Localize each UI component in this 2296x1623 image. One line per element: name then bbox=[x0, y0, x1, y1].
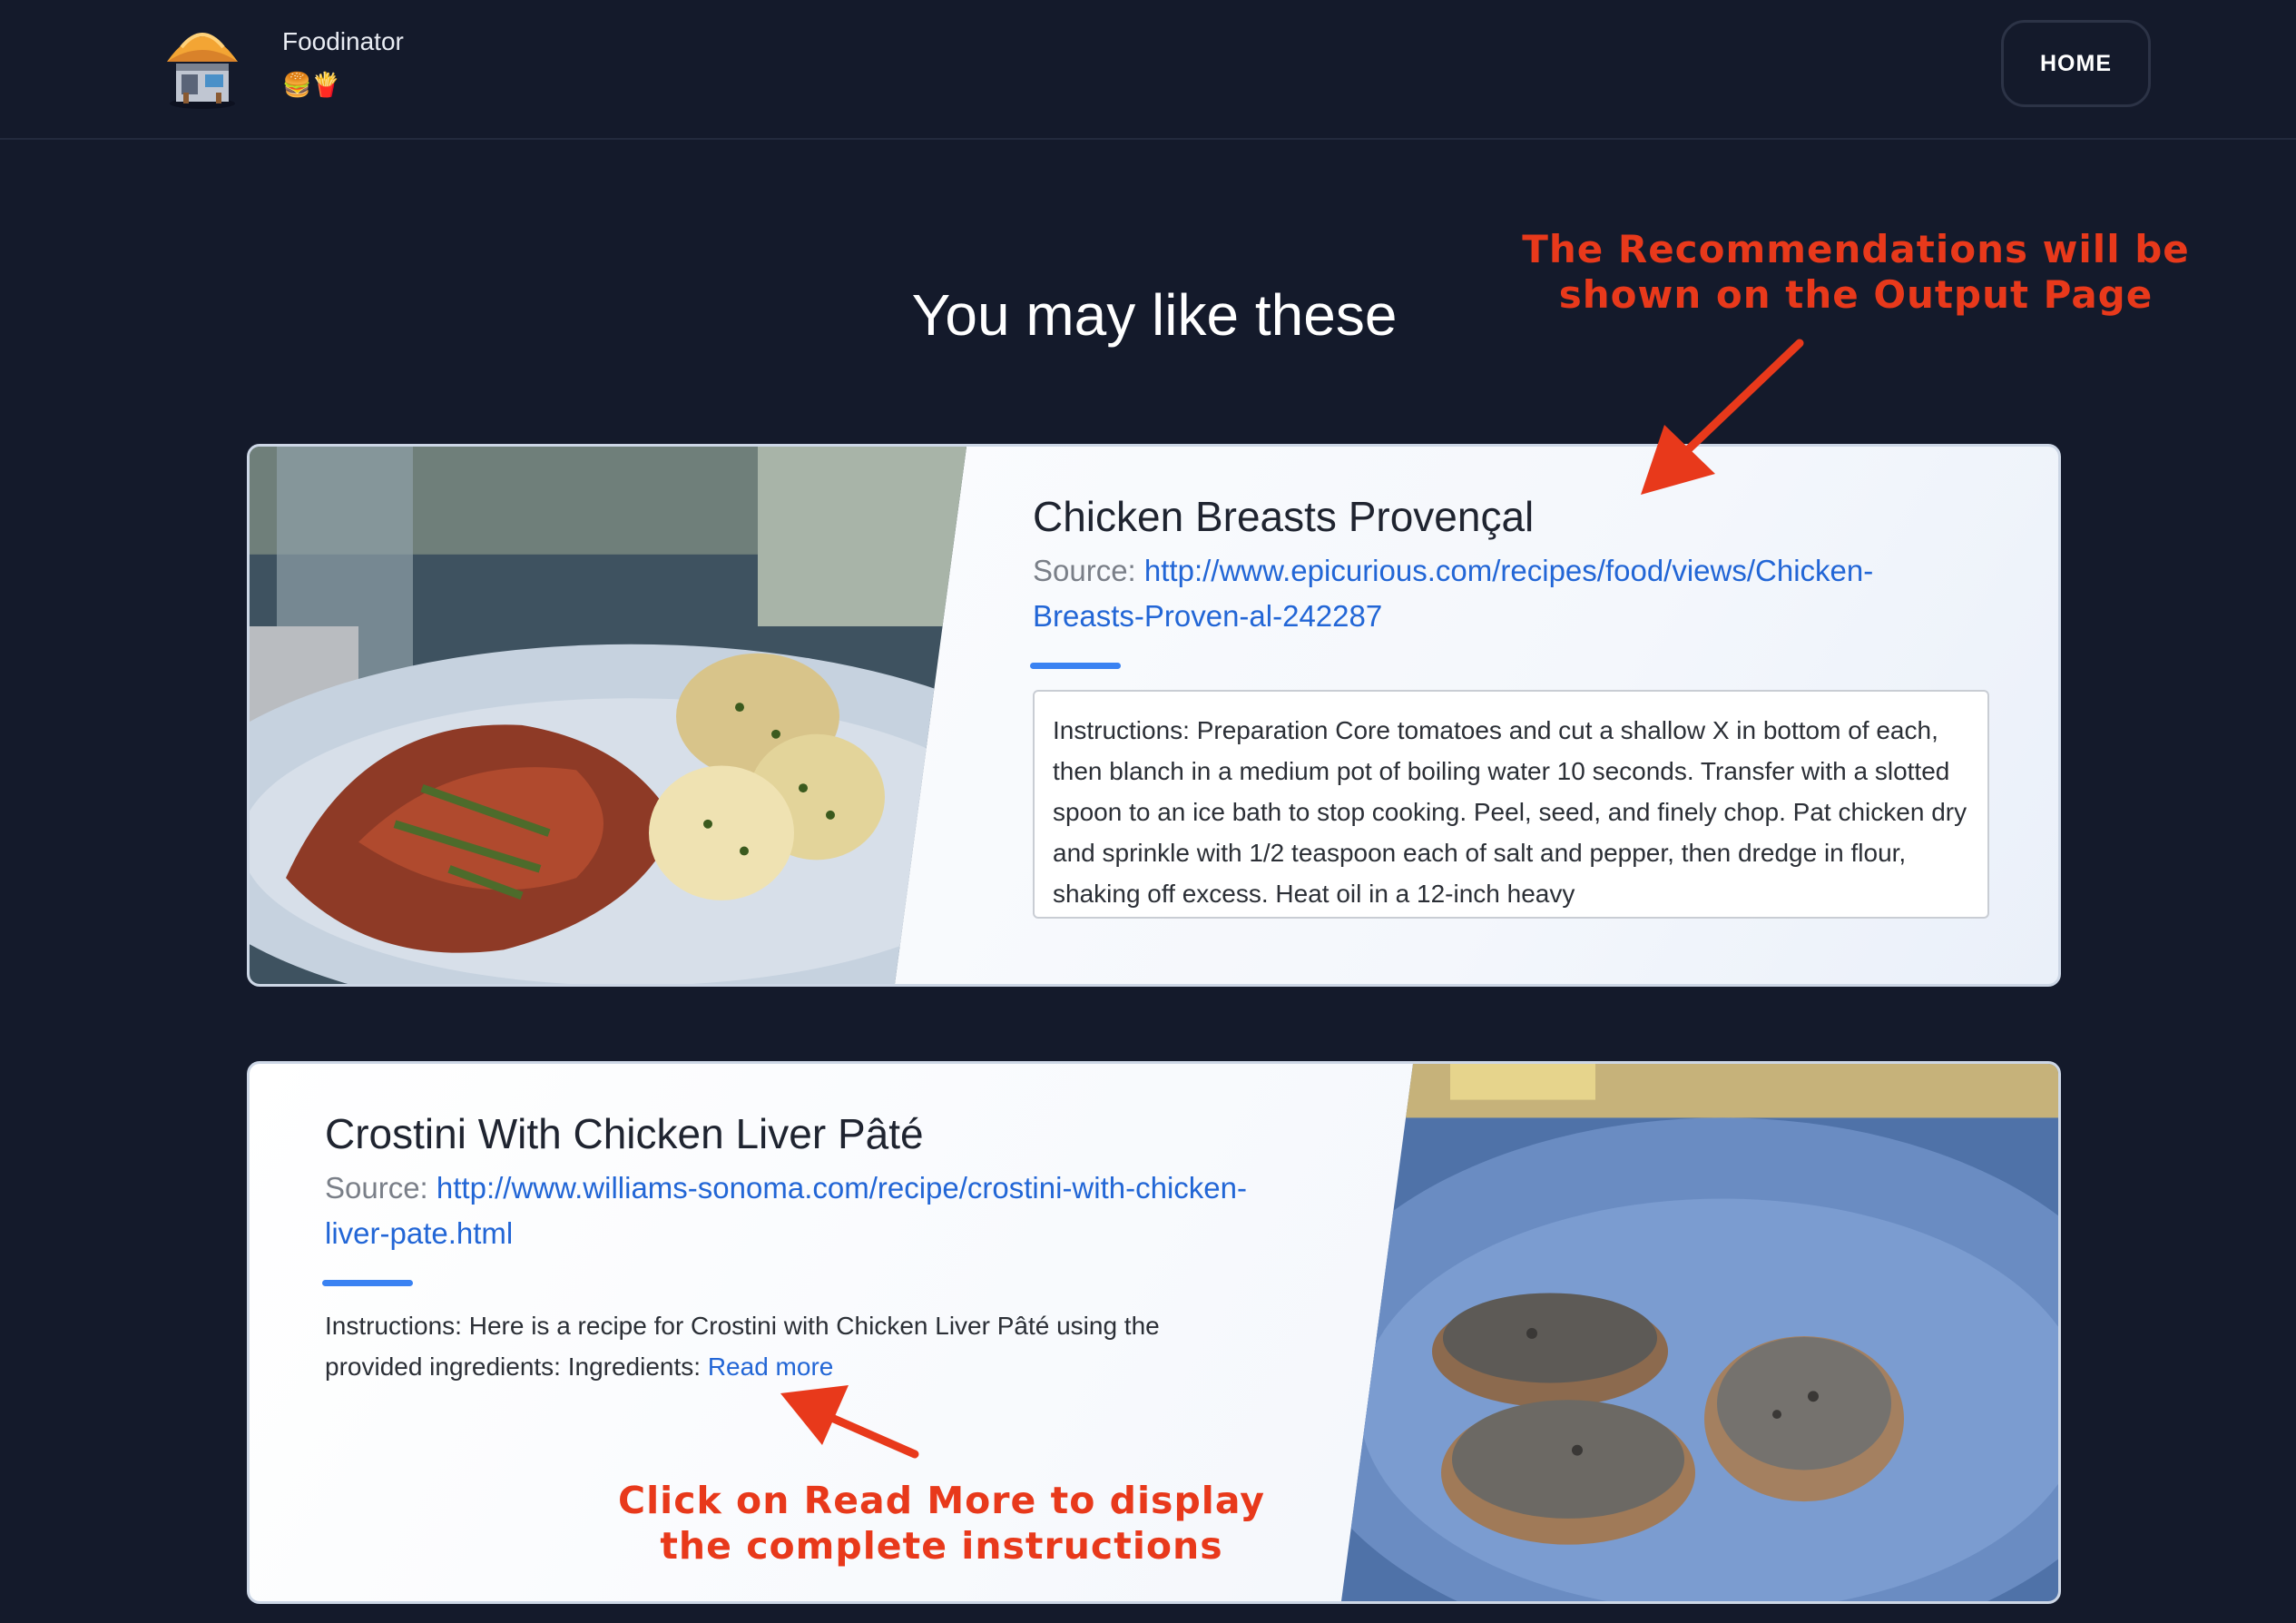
recipe-title: Crostini With Chicken Liver Pâté bbox=[325, 1110, 924, 1157]
top-navbar: Foodinator 🍔🍟 HOME bbox=[0, 0, 2296, 140]
brand-name: Foodinator bbox=[282, 27, 404, 55]
recipe-title: Chicken Breasts Provençal bbox=[1033, 493, 1535, 540]
title-underline bbox=[1030, 663, 1121, 669]
title-underline bbox=[322, 1280, 413, 1286]
plated-chicken-photo bbox=[250, 447, 966, 984]
recipe-source: Source: http://www.epicurious.com/recipe… bbox=[1033, 548, 1958, 639]
source-link[interactable]: http://www.epicurious.com/recipes/food/v… bbox=[1033, 554, 1873, 633]
read-more-link[interactable]: Read more bbox=[708, 1352, 834, 1381]
crostini-photo bbox=[1341, 1064, 2058, 1601]
source-label: Source: bbox=[325, 1171, 428, 1205]
source-label: Source: bbox=[1033, 554, 1136, 587]
burger-fries-icon: 🍔🍟 bbox=[282, 71, 341, 98]
foodinator-logo[interactable] bbox=[163, 20, 241, 111]
instructions-summary: Instructions: Here is a recipe for Crost… bbox=[325, 1305, 1232, 1387]
annotation-recommendations: The Recommendations will be shown on the… bbox=[1522, 227, 2190, 317]
home-button[interactable]: HOME bbox=[2001, 20, 2151, 107]
source-link[interactable]: http://www.williams-sonoma.com/recipe/cr… bbox=[325, 1171, 1247, 1250]
instructions-text: Instructions: Preparation Core tomatoes … bbox=[1053, 716, 1967, 908]
annotation-read-more: Click on Read More to display the comple… bbox=[618, 1479, 1265, 1568]
instructions-scrollbox[interactable]: Instructions: Preparation Core tomatoes … bbox=[1033, 690, 1989, 919]
recipe-source: Source: http://www.williams-sonoma.com/r… bbox=[325, 1166, 1278, 1256]
recipe-card: Chicken Breasts Provençal Source: http:/… bbox=[247, 444, 2061, 987]
